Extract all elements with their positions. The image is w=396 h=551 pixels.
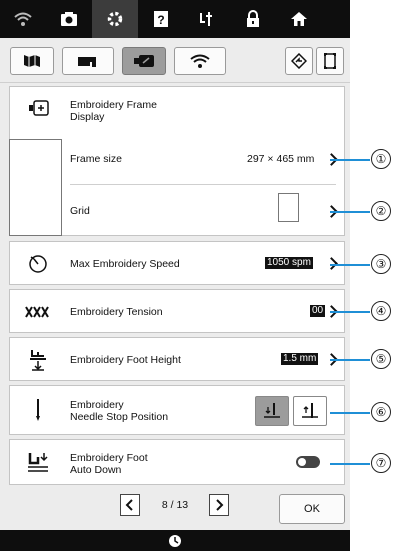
callout-line-3 [330, 264, 370, 266]
max-speed-card: Max Embroidery Speed 1050 spm [9, 241, 345, 285]
tab-wireless[interactable] [174, 47, 226, 75]
needle-up-button[interactable] [255, 396, 289, 426]
needle-down-button[interactable] [293, 396, 327, 426]
document-icon [324, 53, 336, 69]
home-icon[interactable] [276, 0, 322, 38]
frame-display-card: Embroidery Frame Display Frame size 297 … [9, 86, 345, 236]
callout-1: ① [371, 149, 391, 169]
foot-height-card: Embroidery Foot Height 1.5 mm [9, 337, 345, 381]
foot-height-value: 1.5 mm [281, 353, 319, 365]
tab-embroidery[interactable] [122, 47, 166, 75]
foot-auto-down-label: Embroidery Foot Auto Down [70, 452, 148, 476]
grid-label: Grid [70, 205, 90, 217]
pager-bar: 8 / 13 OK [0, 486, 350, 528]
tension-value: 00 [310, 305, 326, 317]
top-toolbar: ? [0, 0, 350, 38]
foot-auto-down-toggle[interactable] [296, 456, 320, 468]
needle-stop-card: Embroidery Needle Stop Position [9, 385, 345, 435]
embroidery-icon [134, 55, 154, 67]
page-indicator: 8 / 13 [161, 499, 189, 511]
foot-auto-down-card: Embroidery Foot Auto Down [9, 439, 345, 485]
needle-icon [28, 396, 48, 424]
divider [70, 184, 336, 185]
settings-icon[interactable] [92, 0, 138, 38]
needle-down-icon [302, 403, 318, 418]
status-bar [0, 530, 350, 551]
reset-settings-button[interactable] [285, 47, 313, 75]
callout-2: ② [371, 201, 391, 221]
toggle-knob [298, 458, 306, 466]
max-speed-label: Max Embroidery Speed [70, 258, 180, 270]
camera-icon[interactable] [46, 0, 92, 38]
frame-size-value: 297 × 465 mm [247, 153, 315, 165]
machine-icon [78, 57, 96, 67]
foot-height-label: Embroidery Foot Height [70, 354, 181, 366]
lock-icon[interactable] [230, 0, 276, 38]
next-page-button[interactable] [209, 494, 229, 516]
callout-5: ⑤ [371, 349, 391, 369]
callout-line-1 [330, 159, 370, 161]
tab-general[interactable] [10, 47, 54, 75]
callout-line-6 [330, 412, 370, 414]
tension-card: Embroidery Tension 00 [9, 289, 345, 333]
wifi-icon [190, 54, 210, 68]
callout-line-7 [330, 463, 370, 465]
svg-text:?: ? [157, 13, 164, 27]
prev-page-button[interactable] [120, 494, 140, 516]
needle-up-icon [264, 403, 280, 418]
callout-line-4 [330, 311, 370, 313]
frame-size-label: Frame size [70, 153, 122, 165]
wifi-icon[interactable] [0, 0, 46, 38]
tension-icon [24, 302, 52, 322]
speed-gauge-icon [26, 252, 50, 276]
callout-line-5 [330, 359, 370, 361]
tab-machine[interactable] [62, 47, 114, 75]
frame-preview [9, 139, 62, 236]
help-icon[interactable]: ? [138, 0, 184, 38]
foot-auto-down-icon [25, 449, 51, 477]
chevron-left-icon [125, 499, 133, 511]
ok-button[interactable]: OK [279, 494, 345, 524]
callout-6: ⑥ [371, 402, 391, 422]
max-speed-value: 1050 spm [265, 257, 313, 269]
frame-display-title: Embroidery Frame Display [70, 99, 157, 123]
reset-icon [291, 53, 307, 69]
save-report-button[interactable] [316, 47, 344, 75]
callout-line-2 [330, 211, 370, 213]
chevron-right-icon [216, 499, 224, 511]
foot-height-icon [26, 346, 50, 374]
tension-label: Embroidery Tension [70, 306, 163, 318]
grid-preview [278, 193, 299, 222]
needle-icon[interactable] [184, 0, 230, 38]
category-tabs [0, 38, 350, 83]
sewing-settings-icon [24, 55, 40, 67]
callout-3: ③ [371, 254, 391, 274]
callout-4: ④ [371, 301, 391, 321]
settings-screen: ? Embroidery Frame Display Frame size 29… [0, 0, 350, 551]
callout-7: ⑦ [371, 453, 391, 473]
frame-display-icon [26, 97, 52, 119]
clock-icon [169, 534, 181, 547]
needle-stop-label: Embroidery Needle Stop Position [70, 399, 169, 423]
